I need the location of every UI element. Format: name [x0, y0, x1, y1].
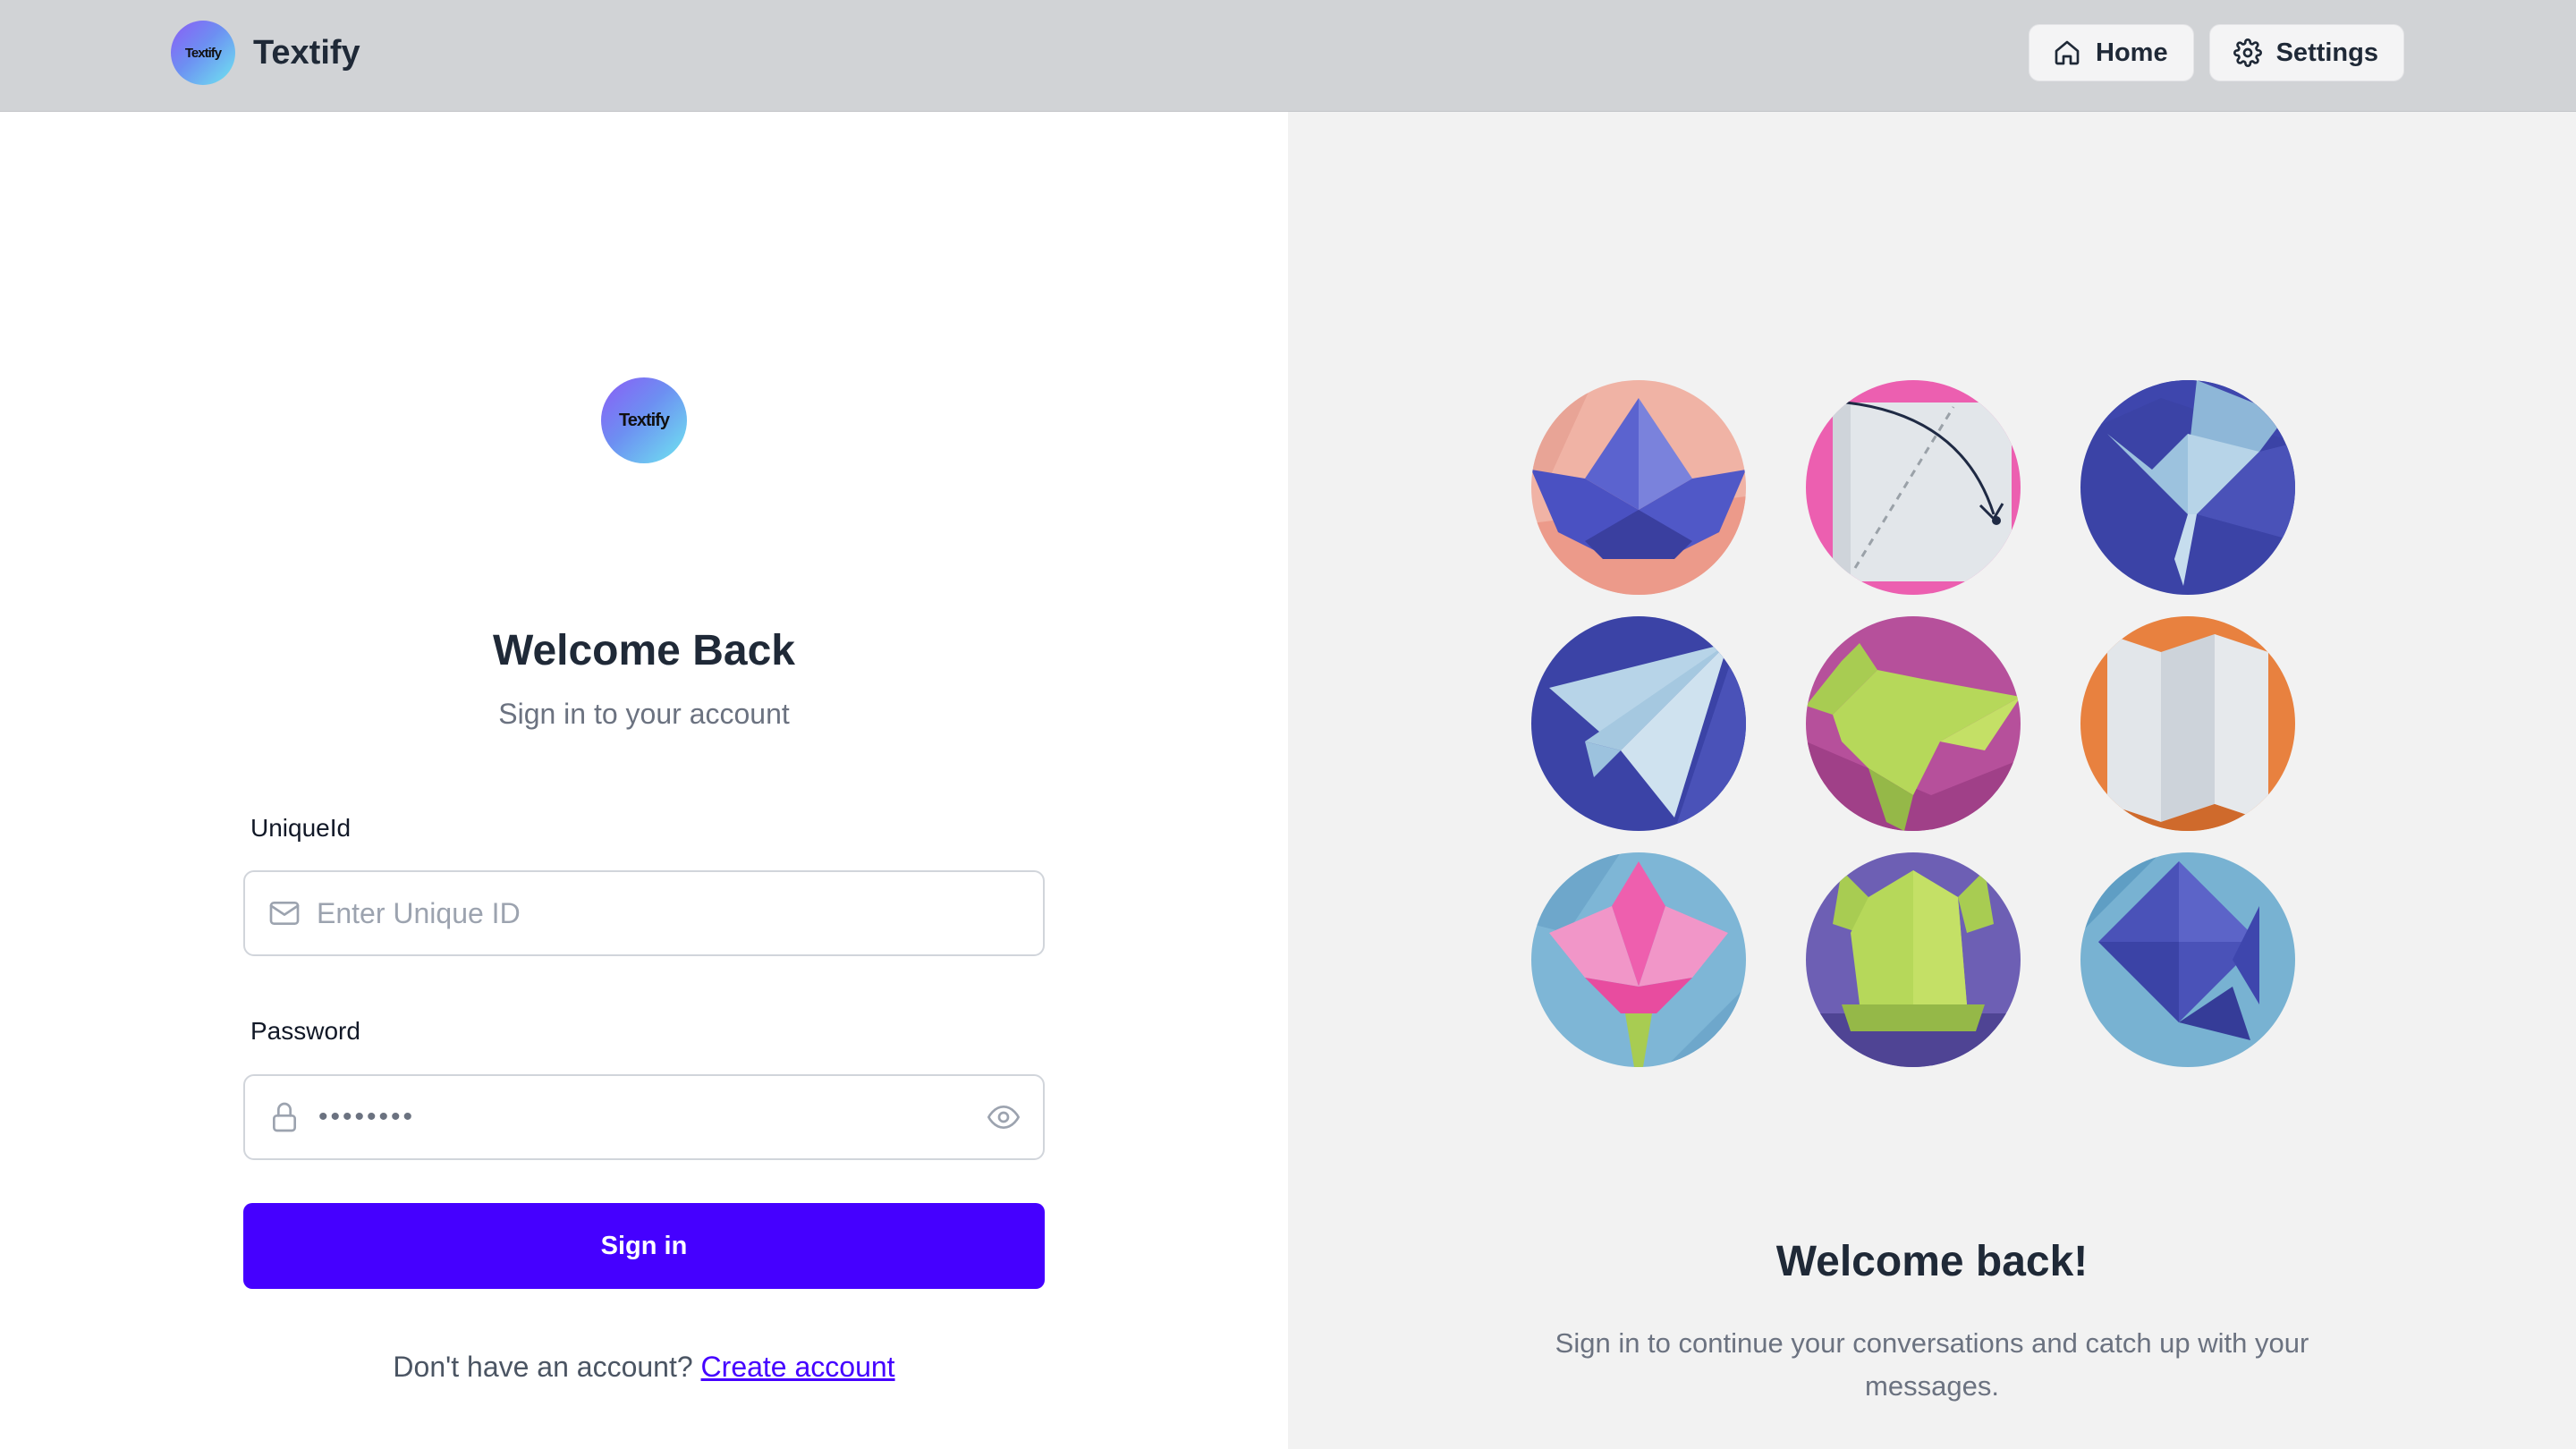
uniqueid-label: UniqueId	[250, 814, 352, 842]
page-title: Welcome Back	[493, 627, 795, 674]
create-account-link[interactable]: Create account	[701, 1351, 895, 1383]
eye-icon[interactable]	[986, 1099, 1021, 1135]
home-icon	[2055, 40, 2080, 65]
uniqueid-field[interactable]	[243, 870, 1045, 956]
promo-title: Welcome back!	[1775, 1238, 2089, 1285]
signup-prompt: Don't have an account? Create account	[0, 1351, 1288, 1384]
signup-prompt-text: Don't have an account?	[393, 1351, 693, 1383]
sign-in-button[interactable]: Sign in	[243, 1203, 1045, 1289]
origami-dinosaur-icon	[1806, 616, 2021, 831]
home-button[interactable]: Home	[2029, 24, 2194, 81]
password-label: Password	[250, 1017, 360, 1045]
brand-logo: Textify	[171, 21, 235, 85]
origami-lotus-icon	[1531, 852, 1746, 1067]
login-panel: Textify Welcome Back Sign in to your acc…	[0, 112, 1288, 1449]
gear-icon	[2233, 38, 2262, 67]
page-subtitle: Sign in to your account	[498, 698, 790, 730]
origami-crane-icon	[2080, 380, 2295, 595]
home-button-label: Home	[2096, 38, 2168, 67]
top-navbar: Textify Textify Home Settings	[0, 0, 2576, 112]
origami-frog-icon	[1806, 852, 2021, 1067]
origami-star-icon	[2080, 852, 2295, 1067]
promo-panel: Welcome back! Sign in to continue your c…	[1288, 112, 2576, 1449]
folded-map-icon	[2080, 616, 2295, 831]
password-input[interactable]: ••••••••	[318, 1102, 415, 1132]
paper-plane-icon	[1531, 616, 1746, 831]
brand[interactable]: Textify Textify	[171, 21, 360, 85]
mail-icon	[269, 902, 300, 925]
login-logo: Textify	[601, 377, 687, 463]
nav-buttons: Home Settings	[2029, 24, 2404, 81]
lock-icon	[273, 1102, 296, 1132]
settings-button[interactable]: Settings	[2208, 24, 2404, 81]
uniqueid-input[interactable]	[317, 886, 971, 940]
settings-button-label: Settings	[2275, 38, 2378, 67]
paper-fold-diagram-icon	[1806, 380, 2021, 595]
brand-name: Textify	[253, 33, 360, 72]
password-field[interactable]: ••••••••	[243, 1074, 1045, 1160]
promo-text: Sign in to continue your conversations a…	[1555, 1327, 2309, 1402]
origami-boat-icon	[1531, 380, 1746, 595]
